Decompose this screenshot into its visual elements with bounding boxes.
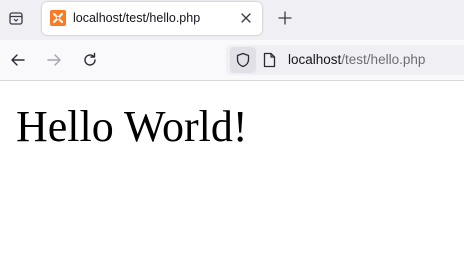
arrow-right-icon — [47, 54, 61, 66]
tab-active[interactable]: localhost/test/hello.php — [42, 2, 262, 35]
tab-title: localhost/test/hello.php — [73, 11, 201, 25]
page-heading: Hello World! — [16, 102, 248, 151]
tab-list-icon — [9, 12, 23, 25]
url-text[interactable]: localhost/test/hello.php — [288, 51, 425, 69]
tab-bar: localhost/test/hello.php — [0, 0, 464, 40]
reload-icon — [84, 52, 96, 66]
page-info-button[interactable] — [261, 51, 277, 69]
back-button[interactable] — [4, 46, 32, 74]
page-icon — [263, 52, 275, 68]
url-path: /test/hello.php — [341, 52, 426, 67]
reload-button[interactable] — [76, 46, 104, 74]
xampp-favicon-icon — [50, 10, 66, 26]
url-host: localhost — [288, 52, 342, 67]
page-content: Hello World! — [0, 81, 464, 272]
arrow-left-icon — [11, 54, 25, 66]
tab-close-button[interactable] — [236, 8, 256, 28]
tracking-protection-button[interactable] — [230, 47, 256, 73]
close-icon — [241, 13, 251, 23]
plus-icon — [278, 11, 292, 25]
address-bar[interactable]: localhost/test/hello.php — [226, 45, 464, 75]
shield-icon — [236, 52, 250, 68]
tab-list-button[interactable] — [2, 4, 30, 32]
navigation-toolbar: localhost/test/hello.php — [0, 40, 464, 81]
new-tab-button[interactable] — [272, 5, 298, 31]
forward-button[interactable] — [40, 46, 68, 74]
